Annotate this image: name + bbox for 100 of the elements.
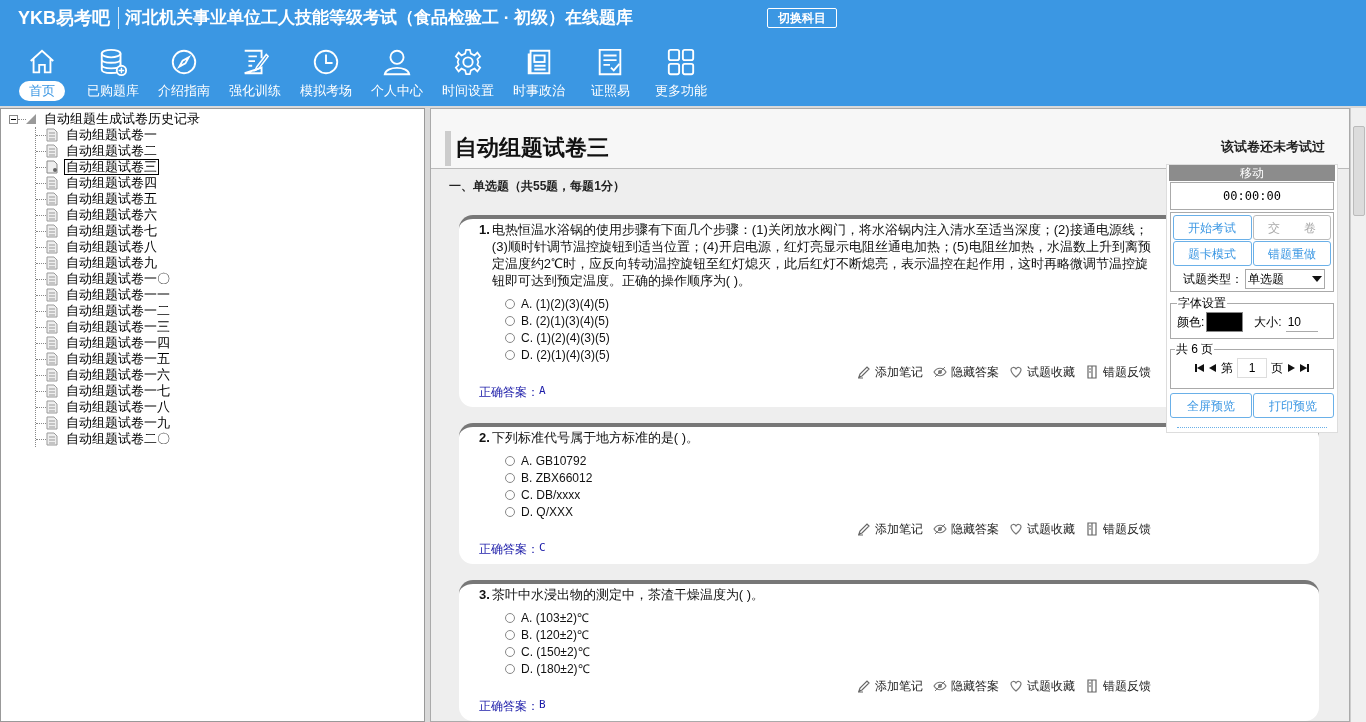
action-link[interactable]: 错题反馈 [1103,363,1151,381]
answer-label: 正确答案： [479,384,539,401]
pencil-icon [857,679,871,693]
tree-item[interactable]: 自动组题试卷一一 [64,287,172,303]
tree-root-label[interactable]: 自动组题生成试卷历史记录 [44,111,200,127]
triangle-icon [26,114,36,124]
tree-item[interactable]: 自动组题试卷二〇 [64,431,172,447]
radio-button[interactable] [505,472,515,483]
answer-value: A [539,383,546,399]
radio-button[interactable] [505,315,515,326]
tree-item[interactable]: 自动组题试卷一九 [64,415,172,431]
action-link[interactable]: 添加笔记 [875,363,923,381]
tree-item[interactable]: 自动组题试卷一八 [64,399,172,415]
action-link[interactable]: 错题反馈 [1103,677,1151,695]
radio-button[interactable] [505,629,515,640]
tree-item[interactable]: 自动组题试卷一〇 [64,271,172,287]
database-icon[interactable] [98,47,128,77]
option-text[interactable]: A. GB10792 [521,451,587,470]
clock-icon[interactable] [311,47,341,77]
action-link[interactable]: 隐藏答案 [951,677,999,695]
option-text[interactable]: A. (1)(2)(3)(4)(5) [521,294,609,313]
tree-item[interactable]: 自动组题试卷一五 [64,351,172,367]
fieldset-legend: 共 6 页 [1175,340,1215,358]
radio-button[interactable] [505,455,515,466]
next-page-icon[interactable] [1287,364,1296,372]
option-text[interactable]: C. (150±2)℃ [521,642,590,661]
tree-item[interactable]: 自动组题试卷一 [64,127,159,143]
tree-item[interactable]: 自动组题试卷一四 [64,335,172,351]
action-link[interactable]: 添加笔记 [875,677,923,695]
document-icon [46,176,58,190]
tree-item[interactable]: 自动组题试卷一三 [64,319,172,335]
section-heading: 一、单选题（共55题，每题1分） [449,178,627,195]
previous-page-icon[interactable] [1208,364,1217,372]
tree-item[interactable]: 自动组题试卷八 [64,239,159,255]
tree-item[interactable]: 自动组题试卷二 [64,143,159,159]
option-text[interactable]: A. (103±2)℃ [521,608,589,627]
radio-button[interactable] [505,646,515,657]
last-page-icon[interactable] [1300,364,1309,372]
option-text[interactable]: B. (2)(1)(3)(4)(5) [521,311,609,330]
action-link[interactable]: 试题收藏 [1027,363,1075,381]
collapse-icon[interactable] [9,114,18,124]
tree-item[interactable]: 自动组题试卷三 [64,159,159,175]
tree-item[interactable]: 自动组题试卷五 [64,191,159,207]
option-text[interactable]: D. (180±2)℃ [521,659,590,678]
radio-button[interactable] [505,298,515,309]
radio-button[interactable] [505,349,515,360]
pencil-icon [857,522,871,536]
action-link[interactable]: 添加笔记 [875,520,923,538]
document-icon [46,256,58,270]
first-page-icon[interactable] [1195,364,1204,372]
question-number: 3. [479,586,490,603]
tree-item[interactable]: 自动组题试卷一六 [64,367,172,383]
option-text[interactable]: D. Q/XXX [521,502,573,521]
heart-icon [1009,679,1023,693]
action-link[interactable]: 错题反馈 [1103,520,1151,538]
tree-item[interactable]: 自动组题试卷一二 [64,303,172,319]
radio-button[interactable] [505,489,515,500]
action-link[interactable]: 隐藏答案 [951,520,999,538]
document-icon [46,320,58,334]
grid-icon[interactable] [666,47,696,77]
compass-icon[interactable] [169,47,199,77]
action-link[interactable]: 试题收藏 [1027,677,1075,695]
action-link[interactable]: 隐藏答案 [951,363,999,381]
radio-button[interactable] [505,612,515,623]
radio-button[interactable] [505,663,515,674]
option-text[interactable]: B. (120±2)℃ [521,625,589,644]
option-text[interactable]: C. (1)(2)(4)(3)(5) [521,328,610,347]
question-number: 1. [479,221,490,239]
option-text[interactable]: D. (2)(1)(4)(3)(5) [521,345,610,364]
document-icon [46,208,58,222]
document-icon [46,272,58,286]
answer-label: 正确答案： [479,698,539,715]
settings-icon[interactable] [453,47,483,77]
book-icon [1085,365,1099,379]
option-text[interactable]: C. DB/xxxx [521,485,581,504]
radio-button[interactable] [505,506,515,517]
page-field[interactable]: 1 [1237,358,1267,378]
eye-icon [933,365,947,379]
document-icon [46,416,58,430]
document-icon [46,352,58,366]
answer-label: 正确答案： [479,541,539,558]
tree-item[interactable]: 自动组题试卷七 [64,223,159,239]
type-select[interactable]: 单选题 [1245,269,1325,289]
book-icon [1085,522,1099,536]
scroll-thumb[interactable] [1352,126,1365,216]
option-text[interactable]: B. ZBX66012 [521,468,593,487]
type-label: 试题类型： [1183,271,1243,288]
document-icon [46,336,58,350]
question-text: 茶叶中水浸出物的测定中，茶渣干燥温度为( )。 [491,586,765,603]
tree-item[interactable]: 自动组题试卷四 [64,175,159,191]
tree-item[interactable]: 自动组题试卷一七 [64,383,172,399]
color-swatch[interactable] [1206,312,1244,332]
action-link[interactable]: 试题收藏 [1027,520,1075,538]
radio-button[interactable] [505,332,515,343]
tree-item[interactable]: 自动组题试卷六 [64,207,159,223]
size-field[interactable]: 10 [1285,312,1318,332]
tree-item[interactable]: 自动组题试卷九 [64,255,159,271]
scrollbar[interactable] [1350,108,1366,722]
user-icon[interactable] [382,47,412,77]
document-icon [46,288,58,302]
